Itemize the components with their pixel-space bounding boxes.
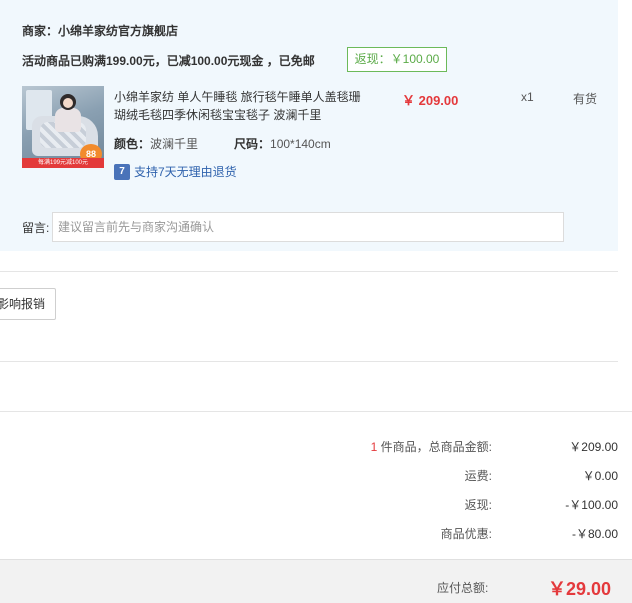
- product-quantity: x1: [521, 90, 534, 104]
- product-thumbnail[interactable]: 88 每满199元减100元: [22, 86, 104, 168]
- thumbnail-figure-body: [55, 108, 81, 132]
- note-input[interactable]: [52, 212, 564, 242]
- divider: [0, 271, 618, 272]
- note-label: 留言:: [22, 221, 50, 235]
- divider: [0, 361, 618, 362]
- promotion-summary: 活动商品已购满199.00元，已减100.00元现金 ，已免邮: [22, 54, 315, 68]
- return-policy-link[interactable]: 支持7天无理由退货: [134, 163, 237, 180]
- seven-day-return-icon: 7: [114, 163, 130, 180]
- color-label: 颜色：: [114, 137, 151, 151]
- size-label: 尺码：: [234, 137, 271, 151]
- payable-label: 应付总额:: [437, 581, 489, 595]
- item-total-label: 1 件商品，总商品金额:: [371, 438, 492, 455]
- rebate-value: -￥100.00: [565, 498, 618, 512]
- item-count-suffix: 件商品，总商品金额:: [377, 440, 492, 454]
- summary-item-total-row: 1 件商品，总商品金额: ￥209.00: [0, 438, 618, 456]
- product-title-link[interactable]: 小绵羊家纺 单人午睡毯 旅行毯午睡单人盖毯珊瑚绒毛毯四季休闲毯宝宝毯子 波澜千里: [114, 88, 364, 124]
- stock-status: 有货: [573, 92, 598, 106]
- discount-value: -￥80.00: [571, 527, 618, 541]
- thumbnail-figure-face: [63, 98, 73, 108]
- summary-shipping-row: 运费: ￥0.00: [0, 467, 618, 485]
- product-color-attr: 颜色：波澜千里: [114, 135, 198, 152]
- size-value: 100*140cm: [270, 137, 331, 151]
- merchant-name[interactable]: 商家：小绵羊家纺官方旗舰店: [22, 22, 178, 39]
- summary-discount-row: 商品优惠: -￥80.00: [0, 525, 618, 543]
- shipping-label: 运费:: [464, 469, 492, 483]
- payable-total-bar: [0, 559, 632, 603]
- summary-rebate-row: 返现: -￥100.00: [0, 496, 618, 514]
- color-value: 波澜千里: [150, 137, 199, 151]
- invoice-report-button[interactable]: 影响报销: [0, 288, 56, 320]
- rebate-tag: 返现：￥100.00: [347, 47, 447, 72]
- return-policy[interactable]: 7 支持7天无理由退货: [114, 163, 237, 181]
- product-size-attr: 尺码：100*140cm: [234, 135, 331, 152]
- thumbnail-promo-strip: 每满199元减100元: [22, 158, 104, 168]
- shipping-value: ￥0.00: [582, 469, 618, 483]
- divider: [0, 411, 632, 412]
- rebate-label: 返现:: [464, 498, 492, 512]
- item-total-value: ￥209.00: [569, 440, 618, 454]
- discount-label: 商品优惠:: [440, 527, 492, 541]
- payable-value: ￥29.00: [548, 579, 612, 599]
- product-price: ￥ 209.00: [402, 93, 459, 108]
